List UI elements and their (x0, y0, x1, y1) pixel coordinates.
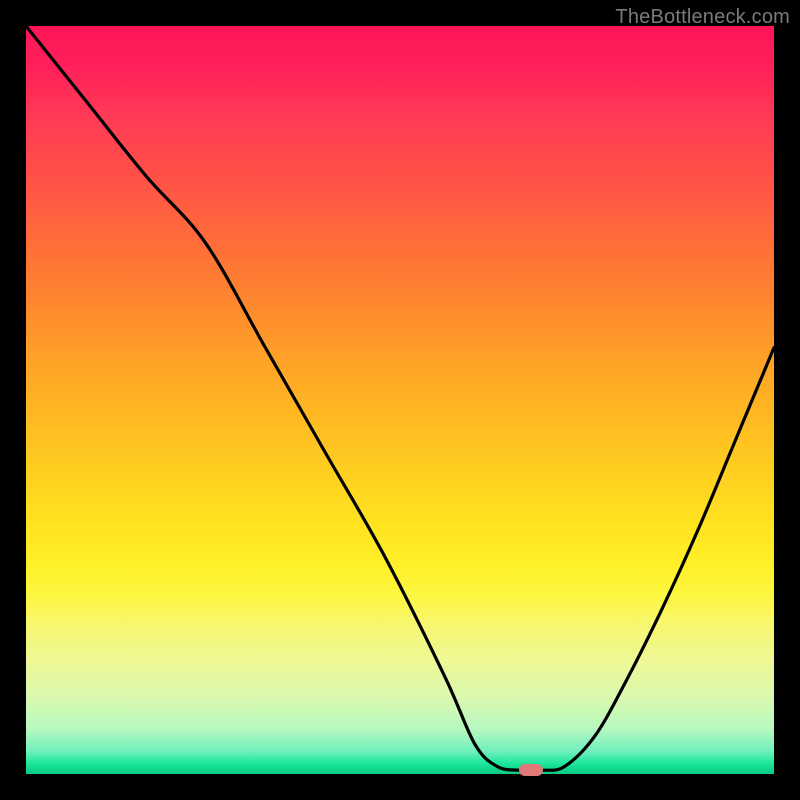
watermark: TheBottleneck.com (615, 6, 790, 29)
bottleneck-curve (26, 26, 774, 774)
chart-container: TheBottleneck.com (0, 0, 800, 800)
optimal-marker (519, 764, 543, 776)
plot-area (26, 26, 774, 774)
